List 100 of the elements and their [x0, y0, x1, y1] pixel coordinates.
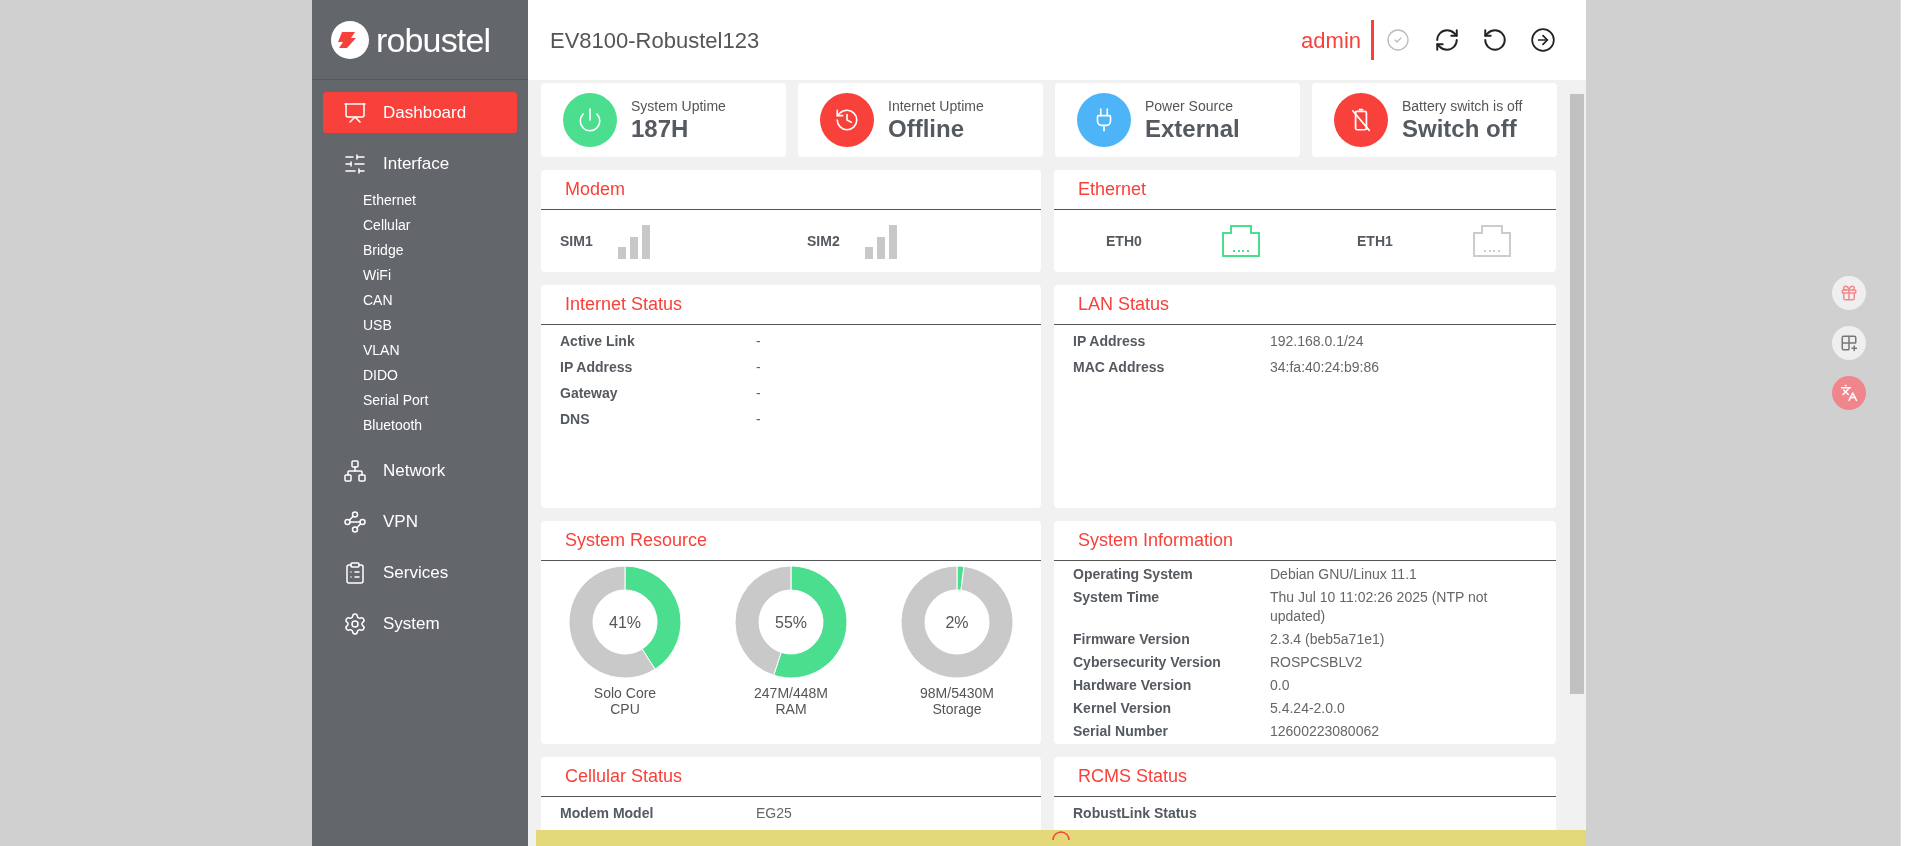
gauge-percent: 41%	[609, 613, 641, 633]
refresh-icon[interactable]	[1434, 27, 1460, 53]
info-label: Active Link	[560, 332, 636, 351]
info-value: EG25	[756, 804, 793, 823]
sim-label: SIM2	[807, 231, 840, 251]
nav-subitem[interactable]: USB	[363, 313, 517, 338]
clock-icon	[834, 107, 860, 133]
info-value: Debian GNU/Linux 11.1	[1270, 565, 1418, 584]
gauge-detail: 98M/5430M	[920, 685, 994, 701]
info-label: Hardware Version	[1073, 676, 1193, 695]
signal-bars-icon	[864, 223, 899, 259]
page-scrollbar[interactable]	[1900, 0, 1916, 846]
panel-title: LAN Status	[1078, 293, 1170, 316]
reboot-icon[interactable]	[1482, 27, 1508, 53]
card-value: Switch off	[1402, 114, 1518, 143]
info-label: Cybersecurity Version	[1073, 653, 1222, 672]
info-label: Gateway	[560, 384, 619, 403]
info-label: MAC Address	[1073, 358, 1166, 377]
info-value: 192.168.0.1/24	[1270, 332, 1365, 351]
panel-title: System Resource	[565, 529, 708, 552]
grid-plus-icon	[1840, 334, 1858, 352]
card-label: Battery switch is off	[1402, 97, 1523, 115]
info-label: Kernel Version	[1073, 699, 1173, 718]
info-value: -	[756, 358, 762, 377]
nav-item[interactable]: System	[323, 603, 517, 644]
gauge-detail: Solo Core	[593, 685, 657, 701]
floating-button[interactable]	[1832, 376, 1866, 410]
logout-icon[interactable]	[1530, 27, 1556, 53]
info-label: RobustLink Status	[1073, 804, 1198, 823]
sim-label: SIM1	[560, 231, 593, 251]
nav-subitem[interactable]: WiFi	[363, 263, 517, 288]
gauge-label: RAM	[775, 701, 807, 717]
gauge-percent: 55%	[775, 613, 807, 633]
card-label: Internet Uptime	[888, 97, 984, 115]
waypoints-icon	[343, 509, 367, 534]
info-value: -	[756, 332, 762, 351]
signal-bars-icon	[617, 223, 652, 259]
card-value: External	[1145, 114, 1240, 143]
card-value: 187H	[631, 114, 690, 143]
gauge-label: Storage	[932, 701, 982, 717]
nav-subitem[interactable]: Ethernet	[363, 188, 517, 213]
nav-subitem[interactable]: Serial Port	[363, 388, 517, 413]
nav-item[interactable]: VPN	[323, 501, 517, 542]
gift-icon	[1840, 284, 1858, 302]
gauge-label: CPU	[610, 701, 640, 717]
info-label: DNS	[560, 410, 591, 429]
nav-item[interactable]: Services	[323, 552, 517, 593]
nav-subitem[interactable]: Bluetooth	[363, 413, 517, 438]
info-value: 0.0	[1270, 676, 1291, 695]
nav-subitem[interactable]: CAN	[363, 288, 517, 313]
nav-subitem[interactable]: Bridge	[363, 238, 517, 263]
info-label: Serial Number	[1073, 722, 1169, 741]
device-title: EV8100-Robustel123	[550, 26, 760, 55]
sliders-icon	[343, 151, 367, 176]
panel-title: RCMS Status	[1078, 765, 1188, 788]
list-icon	[343, 560, 367, 585]
nav-item[interactable]: Network	[323, 450, 517, 491]
nav-item[interactable]: Dashboard	[323, 92, 517, 133]
network-icon	[343, 458, 367, 483]
settings-icon	[343, 611, 367, 636]
floating-button[interactable]	[1832, 326, 1866, 360]
scrollbar-thumb[interactable]	[1570, 94, 1584, 694]
port-label: ETH0	[1106, 231, 1142, 251]
logo-text: robustel	[376, 22, 491, 57]
info-value: Thu Jul 10 11:02:26 2025 (NTP not updated)	[1270, 588, 1489, 626]
info-label: IP Address	[560, 358, 634, 377]
panel-title: Ethernet	[1078, 178, 1147, 201]
info-value: 2.3.4 (beb5a71e1)	[1270, 630, 1386, 649]
info-label: Operating System	[1073, 565, 1194, 584]
panel-title: Internet Status	[565, 293, 683, 316]
info-value: 12600223080062	[1270, 722, 1380, 741]
panel-title: Modem	[565, 178, 626, 201]
logo-mark-icon	[330, 19, 370, 60]
info-label: Modem Model	[560, 804, 655, 823]
info-value: -	[756, 384, 762, 403]
info-label: Firmware Version	[1073, 630, 1191, 649]
info-value: ROSPCSBLV2	[1270, 653, 1364, 672]
card-label: Power Source	[1145, 97, 1234, 115]
nav-item[interactable]: Interface	[323, 143, 517, 184]
info-value: 34:fa:40:24:b9:86	[1270, 358, 1380, 377]
card-label: System Uptime	[631, 97, 726, 115]
gauge-percent: 2%	[945, 613, 969, 633]
user-name[interactable]: admin	[1301, 23, 1371, 57]
panel-title: System Information	[1078, 529, 1234, 552]
panel-title: Cellular Status	[565, 765, 683, 788]
gauge-detail: 247M/448M	[754, 685, 828, 701]
nav-subitem[interactable]: Cellular	[363, 213, 517, 238]
translate-icon	[1840, 384, 1858, 402]
card-value: Offline	[888, 114, 965, 143]
nav-subitem[interactable]: VLAN	[363, 338, 517, 363]
power-icon	[577, 107, 603, 133]
info-value: -	[756, 410, 762, 429]
monitor-chart-icon	[343, 100, 367, 125]
port-label: ETH1	[1357, 231, 1393, 251]
check-circle-icon[interactable]	[1386, 28, 1410, 52]
info-value: 5.4.24-2.0.0	[1270, 699, 1346, 718]
info-label: System Time	[1073, 588, 1161, 607]
info-label: IP Address	[1073, 332, 1147, 351]
floating-button[interactable]	[1832, 276, 1866, 310]
nav-subitem[interactable]: DIDO	[363, 363, 517, 388]
